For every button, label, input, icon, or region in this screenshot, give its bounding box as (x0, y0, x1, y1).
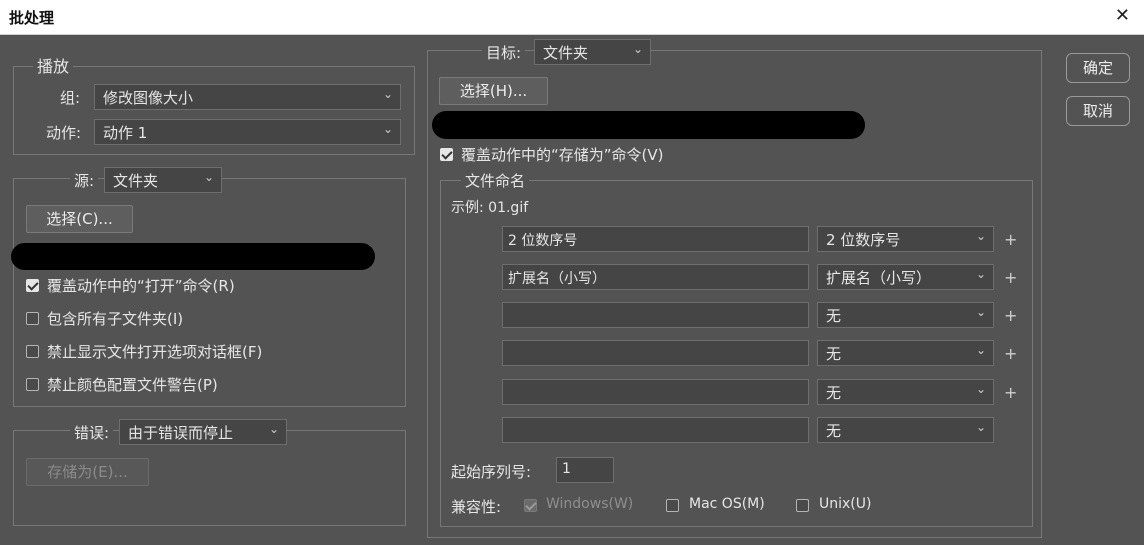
naming-field-1[interactable]: 2 位数序号 (502, 226, 809, 252)
source-select[interactable]: 文件夹 ⌄ (104, 167, 222, 193)
naming-select-2[interactable]: 扩展名（小写） ⌄ (817, 264, 994, 290)
chevron-down-icon: ⌄ (382, 87, 393, 101)
naming-select-4[interactable]: 无 ⌄ (817, 340, 994, 366)
naming-select-5[interactable]: 无 ⌄ (817, 379, 994, 405)
add-row-button[interactable]: + (1004, 268, 1017, 287)
window-title: 批处理 (9, 9, 55, 27)
include-subfolders-label: 包含所有子文件夹(I) (47, 310, 184, 328)
set-select[interactable]: 修改图像大小 ⌄ (94, 84, 401, 110)
naming-select-value: 无 (826, 384, 842, 402)
compat-macos-label: Mac OS(M) (689, 496, 765, 512)
action-select-value: 动作 1 (103, 124, 148, 142)
set-select-value: 修改图像大小 (103, 89, 194, 107)
naming-select-1[interactable]: 2 位数序号 ⌄ (817, 226, 994, 252)
add-row-button[interactable]: + (1004, 306, 1017, 325)
ok-button[interactable]: 确定 (1066, 53, 1130, 83)
override-open-label: 覆盖动作中的“打开”命令(R) (47, 277, 235, 295)
compat-unix-checkbox[interactable] (796, 499, 809, 512)
destination-select[interactable]: 文件夹 ⌄ (534, 39, 651, 65)
cancel-button[interactable]: 取消 (1066, 96, 1130, 126)
naming-select-value: 无 (826, 345, 842, 363)
naming-field-4[interactable] (502, 340, 809, 366)
destination-label: 目标: (482, 42, 526, 63)
compat-label: 兼容性: (451, 498, 502, 516)
source-select-value: 文件夹 (113, 172, 159, 190)
errors-select-value: 由于错误而停止 (128, 424, 234, 442)
override-open-checkbox[interactable] (26, 279, 39, 292)
chevron-down-icon: ⌄ (203, 170, 214, 184)
suppress-open-dialog-checkbox[interactable] (26, 345, 39, 358)
naming-field-6[interactable] (502, 417, 809, 443)
file-naming-legend: 文件命名 (461, 170, 530, 191)
action-label: 动作: (46, 124, 82, 142)
chevron-down-icon: ⌄ (975, 382, 986, 396)
compat-windows-checkbox[interactable] (524, 499, 537, 512)
naming-select-value: 无 (826, 307, 842, 325)
chevron-down-icon: ⌄ (975, 420, 986, 434)
close-icon[interactable]: ✕ (1115, 5, 1130, 26)
add-row-button[interactable]: + (1004, 344, 1017, 363)
naming-field-3[interactable] (502, 302, 809, 328)
start-serial-input[interactable]: 1 (556, 457, 614, 483)
include-subfolders-checkbox[interactable] (26, 312, 39, 325)
chevron-down-icon: ⌄ (975, 267, 986, 281)
source-label: 源: (70, 170, 99, 191)
chevron-down-icon: ⌄ (975, 343, 986, 357)
save-as-button[interactable]: 存储为(E)... (26, 458, 149, 486)
destination-select-value: 文件夹 (543, 44, 589, 62)
chevron-down-icon: ⌄ (632, 42, 643, 56)
action-select[interactable]: 动作 1 ⌄ (94, 119, 401, 145)
chevron-down-icon: ⌄ (382, 122, 393, 136)
redaction-mark (432, 111, 865, 139)
errors-select[interactable]: 由于错误而停止 ⌄ (119, 419, 287, 445)
compat-unix-label: Unix(U) (819, 496, 872, 512)
start-serial-label: 起始序列号: (451, 463, 532, 481)
naming-select-value: 扩展名（小写） (826, 269, 932, 287)
override-save-as-checkbox[interactable] (440, 148, 453, 161)
naming-field-5[interactable] (502, 379, 809, 405)
chevron-down-icon: ⌄ (268, 422, 279, 436)
destination-choose-button[interactable]: 选择(H)... (439, 77, 548, 105)
chevron-down-icon: ⌄ (975, 305, 986, 319)
compat-windows-label: Windows(W) (546, 496, 634, 512)
naming-select-6[interactable]: 无 ⌄ (817, 417, 994, 443)
title-bar: 批处理 ✕ (0, 0, 1144, 35)
naming-select-3[interactable]: 无 ⌄ (817, 302, 994, 328)
naming-select-value: 2 位数序号 (826, 231, 901, 249)
redaction-mark (11, 243, 375, 270)
play-legend: 播放 (33, 53, 74, 77)
set-label: 组: (60, 89, 81, 107)
compat-macos-checkbox[interactable] (666, 499, 679, 512)
naming-select-value: 无 (826, 422, 842, 440)
suppress-color-warning-checkbox[interactable] (26, 378, 39, 391)
naming-field-2[interactable]: 扩展名（小写） (502, 264, 809, 290)
chevron-down-icon: ⌄ (975, 229, 986, 243)
add-row-button[interactable]: + (1004, 230, 1017, 249)
errors-label: 错误: (70, 422, 114, 443)
add-row-button[interactable]: + (1004, 383, 1017, 402)
source-choose-button[interactable]: 选择(C)... (26, 205, 133, 233)
naming-example: 示例: 01.gif (451, 200, 529, 216)
suppress-color-warning-label: 禁止颜色配置文件警告(P) (47, 376, 218, 394)
override-save-as-label: 覆盖动作中的“存储为”命令(V) (461, 146, 664, 164)
suppress-open-dialog-label: 禁止显示文件打开选项对话框(F) (47, 343, 263, 361)
